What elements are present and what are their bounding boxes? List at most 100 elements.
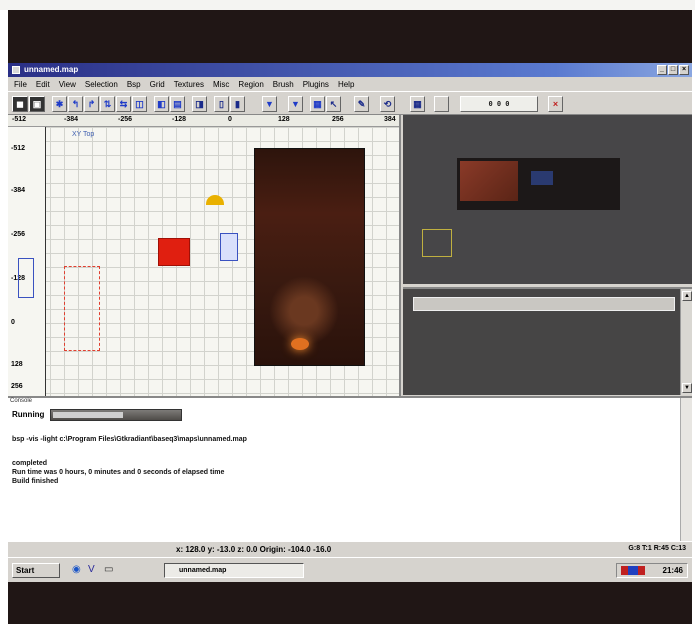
light-entity [291, 338, 309, 350]
folder-icon[interactable]: ▭ [104, 565, 113, 575]
csg-merge-icon[interactable]: ▮ [230, 96, 245, 112]
menu-grid[interactable]: Grid [150, 80, 165, 89]
menu-brush[interactable]: Brush [273, 80, 294, 89]
status-bar: x: 128.0 y: -13.0 z: 0.0 Origin: -104.0 … [8, 541, 692, 557]
menu-bar: File Edit View Selection Bsp Grid Textur… [8, 77, 692, 91]
ruler-top-tick: 0 [228, 116, 232, 123]
menu-plugins[interactable]: Plugins [303, 80, 329, 89]
scroll-up-arrow-icon[interactable]: ▲ [682, 291, 692, 301]
close-button[interactable]: × [679, 65, 689, 75]
map-texture-panel[interactable] [254, 148, 365, 366]
title-bar[interactable]: unnamed.map _ □ × [8, 63, 692, 77]
window-title: unnamed.map [24, 65, 79, 74]
browser-icon[interactable]: V [88, 565, 95, 575]
flip-y-icon[interactable]: ↰ [68, 96, 83, 112]
ruler-top-tick: -384 [64, 116, 79, 123]
rotate-x-icon[interactable]: ⇅ [100, 96, 115, 112]
camera-position-icon[interactable] [220, 233, 238, 261]
menu-help[interactable]: Help [338, 80, 354, 89]
console-scrollbar[interactable] [680, 398, 692, 541]
clipper-icon[interactable]: ▼ [288, 96, 303, 112]
rotate-y-icon[interactable]: ⇆ [116, 96, 131, 112]
letterbox-top [8, 10, 692, 63]
select-inside-icon[interactable]: ◨ [192, 96, 207, 112]
ruler-left-tick: -512 [11, 145, 26, 152]
ruler-left-tick: -384 [11, 187, 26, 194]
select-complete-icon[interactable]: ◧ [154, 96, 169, 112]
entity-icon[interactable]: ⟲ [380, 96, 395, 112]
console-line: Run time was 0 hours, 0 minutes and 0 se… [12, 469, 225, 476]
tray-icon[interactable] [621, 566, 645, 575]
ruler-left-tick: 256 [11, 383, 23, 390]
change-views-icon[interactable]: ▦ [310, 96, 325, 112]
patch-icon[interactable]: ▦ [410, 96, 425, 112]
camera-icon[interactable]: ✎ [354, 96, 369, 112]
camera-view[interactable] [403, 115, 692, 284]
select-touching-icon[interactable]: ▤ [170, 96, 185, 112]
view-label: XY Top [72, 131, 95, 138]
region-outline [64, 266, 100, 351]
menu-region[interactable]: Region [238, 80, 263, 89]
rotate-z-icon[interactable]: ◫ [132, 96, 147, 112]
progress-bar [50, 409, 182, 421]
grid-status: G:8 T:1 R:45 C:13 [628, 545, 686, 552]
cube-clip-icon[interactable] [434, 96, 449, 112]
ruler-top-tick: -128 [172, 116, 187, 123]
minimize-button[interactable]: _ [657, 65, 667, 75]
maximize-button[interactable]: □ [668, 65, 678, 75]
ruler-top-tick: 256 [332, 116, 344, 123]
start-button[interactable]: Start [12, 563, 60, 578]
console-line: completed [12, 460, 48, 467]
toolbar: ◼ ▣ ✱ ↰ ↱ ⇅ ⇆ ◫ ◧ ▤ ◨ ▯ ▮ ▼ ▼ ▦ ↖ ✎ ⟲ ▦ … [8, 91, 692, 115]
csg-subtract-icon[interactable]: ▯ [214, 96, 229, 112]
texture-lock-icon[interactable]: ↖ [326, 96, 341, 112]
menu-view[interactable]: View [59, 80, 76, 89]
app-icon [12, 66, 20, 74]
menu-selection[interactable]: Selection [85, 80, 118, 89]
page-top-margin [0, 0, 695, 10]
menu-file[interactable]: File [14, 80, 27, 89]
ruler-left-tick: 0 [11, 319, 15, 326]
grid-size-readout: 0 0 0 [460, 96, 538, 112]
menu-bsp[interactable]: Bsp [127, 80, 141, 89]
camera-brick-wall [460, 161, 518, 201]
ruler-top-tick: 384 [384, 116, 396, 123]
ruler-top: -512 -384 -256 -128 0 128 256 384 [8, 115, 399, 127]
desktop-icon[interactable]: ◉ [72, 565, 81, 575]
texture-browser[interactable]: ▲ ▼ [403, 287, 692, 395]
player-start-icon[interactable] [18, 258, 34, 298]
ruler-top-tick: 128 [278, 116, 290, 123]
system-tray: 21:46 [616, 563, 688, 578]
console-panel: Console Running bsp -vis -light c:\Progr… [8, 396, 692, 541]
progress-label: Running [12, 410, 45, 419]
ruler-left-tick: 128 [11, 361, 23, 368]
menu-misc[interactable]: Misc [213, 80, 229, 89]
ruler-top-tick: -512 [12, 116, 27, 123]
menu-textures[interactable]: Textures [174, 80, 204, 89]
hollow-icon[interactable]: ▼ [262, 96, 277, 112]
cursor-coordinates: x: 128.0 y: -13.0 z: 0.0 Origin: -104.0 … [176, 545, 332, 554]
console-line: bsp -vis -light c:\Program Files\Gtkradi… [12, 436, 247, 443]
texture-scrollbar[interactable]: ▲ ▼ [680, 289, 692, 395]
console-line: Build finished [12, 478, 59, 485]
scroll-down-arrow-icon[interactable]: ▼ [682, 383, 692, 393]
clock: 21:46 [662, 566, 683, 575]
texture-filter-field[interactable] [413, 297, 675, 311]
window-controls: _ □ × [657, 65, 689, 75]
letterbox-bottom [8, 582, 692, 624]
selected-brush[interactable] [158, 238, 190, 266]
save-icon[interactable]: ▣ [29, 96, 45, 112]
open-icon[interactable]: ◼ [12, 96, 28, 112]
flip-x-icon[interactable]: ✱ [52, 96, 67, 112]
progress-fill [53, 412, 124, 418]
stop-icon[interactable]: × [548, 96, 563, 112]
menu-edit[interactable]: Edit [36, 80, 50, 89]
taskbar-window-button[interactable]: unnamed.map [164, 563, 304, 578]
camera-blue-surface [531, 171, 553, 185]
ruler-top-tick: -256 [118, 116, 133, 123]
flip-z-icon[interactable]: ↱ [84, 96, 99, 112]
ruler-left-tick: -256 [11, 231, 26, 238]
console-tab[interactable]: Console [8, 398, 48, 407]
application-window: unnamed.map _ □ × File Edit View Selecti… [8, 63, 692, 582]
taskbar: Start ◉ V ▭ unnamed.map 21:46 [8, 557, 692, 582]
